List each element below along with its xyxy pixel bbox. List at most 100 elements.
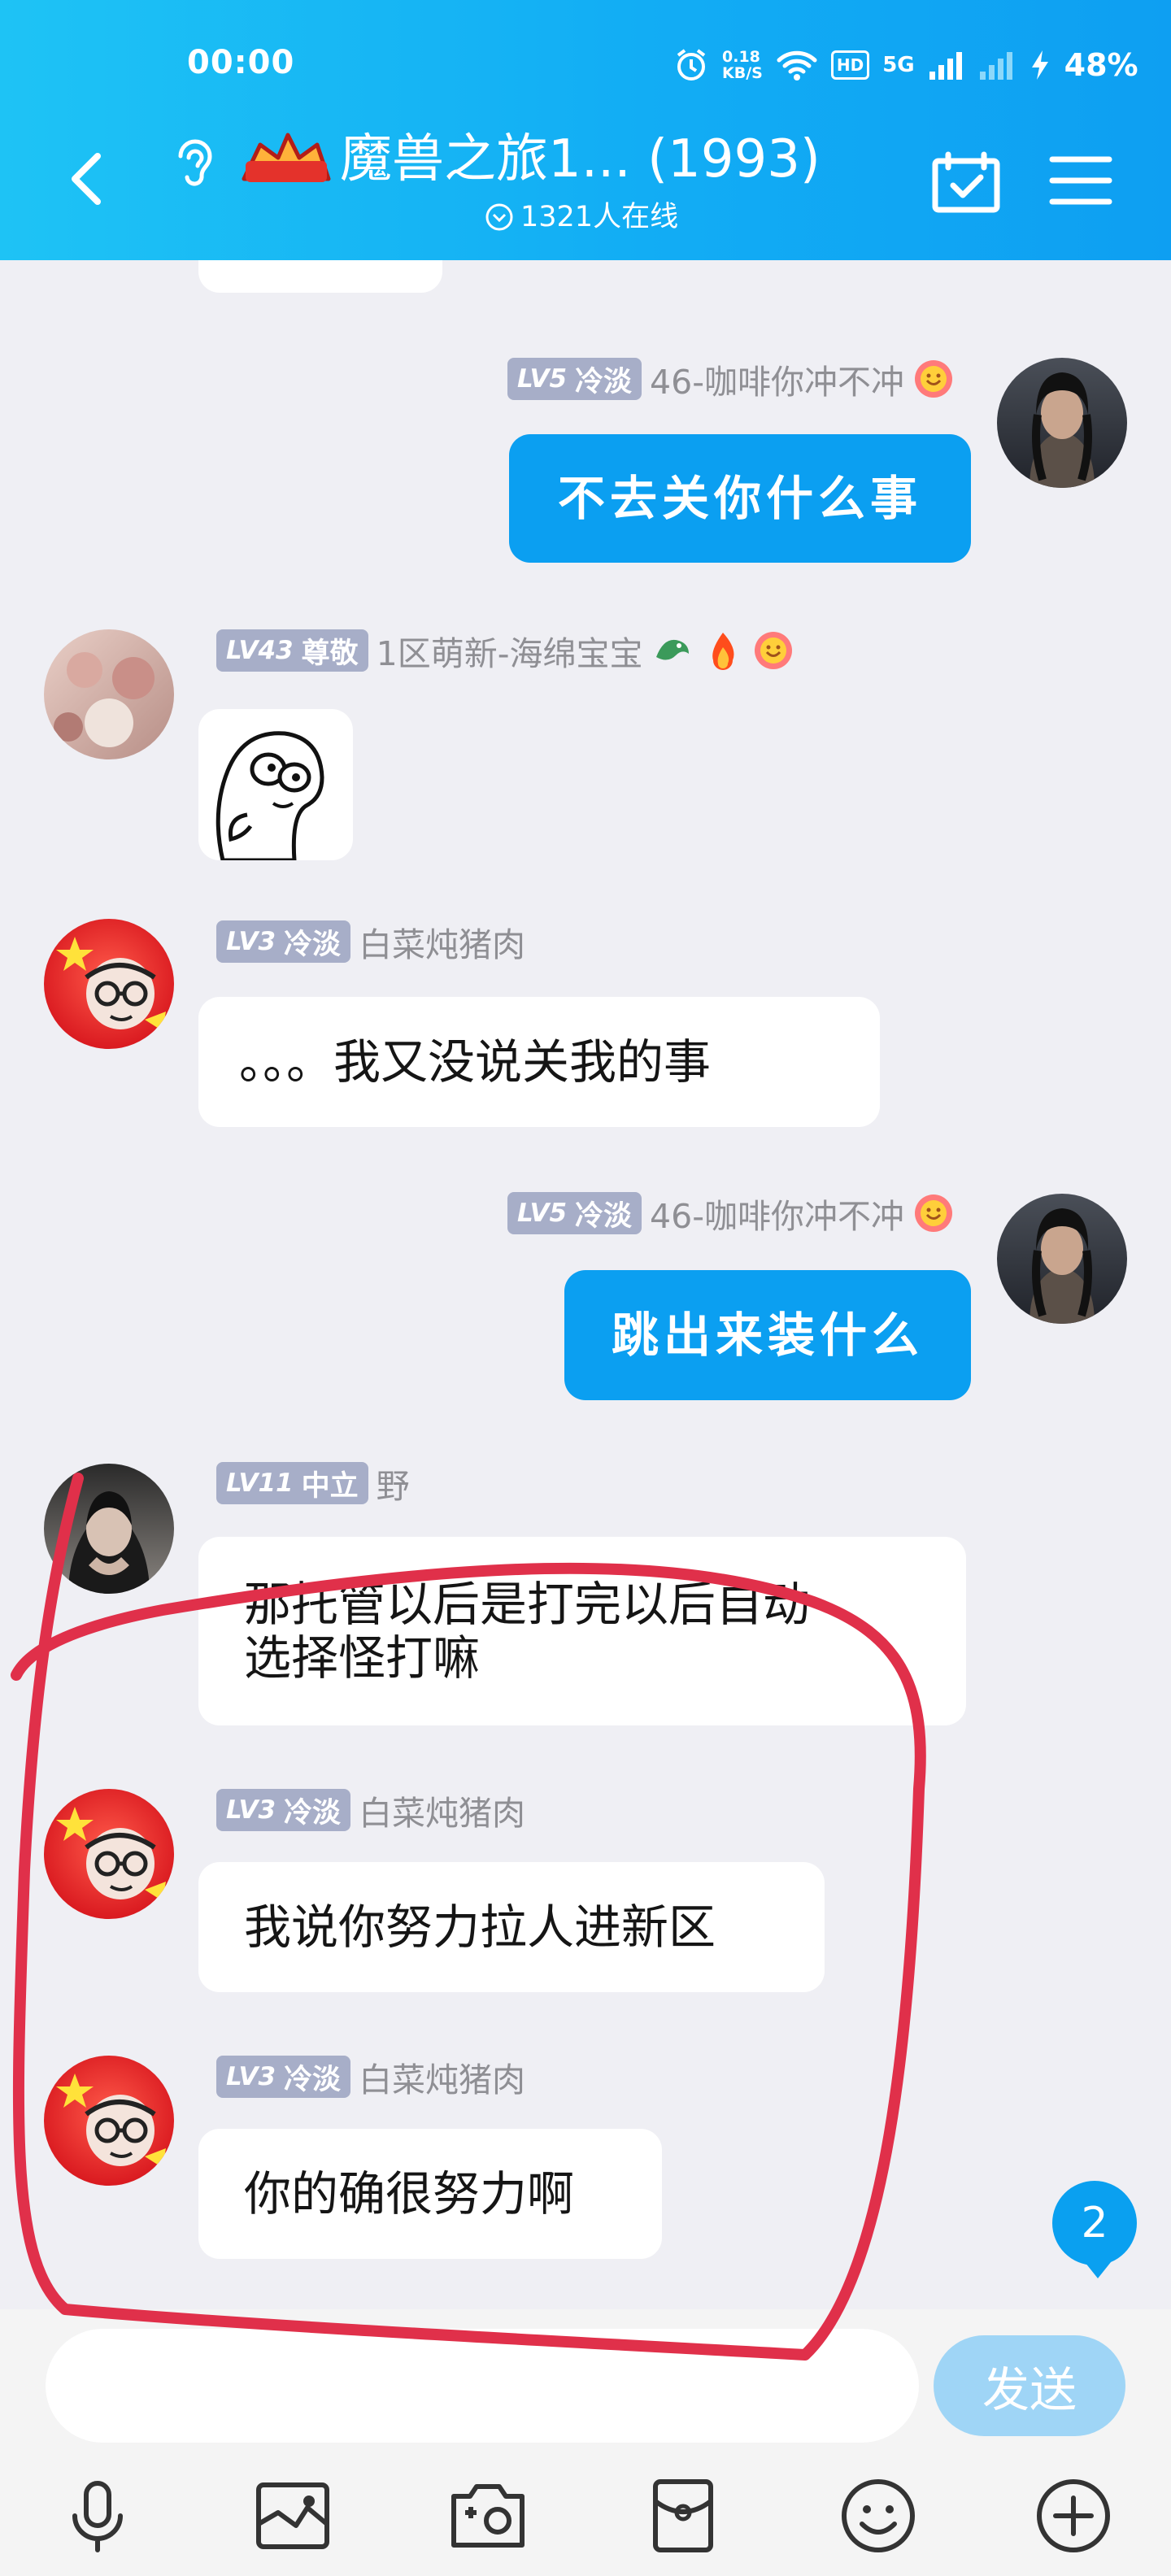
avatar[interactable] [44,1789,174,1919]
menu-icon[interactable] [1049,154,1112,207]
network-type: 5G [882,53,915,77]
message-sender: LV5 冷淡 46-咖啡你冲不冲 [507,356,955,402]
dragon-emoji-icon [655,639,689,660]
level-text: LV5 [516,364,568,394]
rank-text: 冷淡 [284,1796,342,1830]
net-speed-unit: KB/S [722,64,763,82]
woman-portrait-avatar-icon [44,1464,174,1594]
status-icons: 0.18 KB/S HD 5G 48% [673,41,1138,89]
red-packet-icon[interactable] [644,2477,722,2555]
message-sender: LV11 中立 野 [216,1460,410,1506]
doodle-face-sticker [215,731,324,860]
rank-text: 冷淡 [575,365,633,398]
sender-nickname[interactable]: 白菜炖猪肉 [359,2052,525,2101]
ear-icon[interactable] [169,135,218,189]
wifi-icon [777,50,817,80]
message-sender: LV3 冷淡 白菜炖猪肉 [216,1787,525,1833]
message-bubble[interactable]: 我说你努力拉人进新区 [198,1862,825,1992]
fire-emoji-icon [712,633,734,670]
unread-count-badge[interactable]: 2 [1052,2181,1137,2278]
input-toolbar [0,2456,1171,2576]
level-text: LV5 [516,1199,568,1228]
partial-bubble [198,260,442,293]
warrior-avatar-icon [997,358,1127,488]
level-text: LV3 [226,1795,276,1825]
mic-icon[interactable] [59,2477,137,2555]
camera-icon[interactable] [449,2477,527,2555]
rank-text: 尊敬 [301,637,359,670]
level-badge: LV11 中立 [216,1462,368,1504]
avatar[interactable] [44,629,174,759]
message-sender: LV3 冷淡 白菜炖猪肉 [216,2054,525,2100]
smile-emoji-icon [915,360,952,398]
message-input[interactable] [46,2329,919,2443]
level-badge: LV3 冷淡 [216,920,351,963]
net-speed: 0.18 KB/S [722,49,763,81]
online-text: 1321人在线 [520,201,679,233]
flag-cartoon-avatar-icon [44,919,174,1049]
chat-header: 00:00 0.18 KB/S HD 5G 48% 魔兽之旅1... (1993… [0,0,1171,260]
message-sender: LV5 冷淡 46-咖啡你冲不冲 [507,1190,955,1236]
avatar[interactable] [44,919,174,1049]
sender-nickname[interactable]: 野 [377,1459,410,1508]
message-list[interactable]: LV5 冷淡 46-咖啡你冲不冲 不去关你什么事 LV43 尊敬 1区萌新-海绵宝宝… [0,260,1171,2309]
flag-cartoon-avatar-icon [44,1789,174,1919]
rank-text: 冷淡 [575,1199,633,1233]
input-bar: 发送 [0,2309,1171,2456]
level-badge: LV5 冷淡 [507,358,642,400]
message-bubble[interactable]: 跳出来装什么 [564,1270,971,1400]
signal-icon [929,52,962,80]
message-bubble[interactable]: 那托管以后是打完以后自动 选择怪打嘛 [198,1537,966,1725]
message-line: 选择怪打嘛 [244,1630,481,1686]
status-bar: 00:00 0.18 KB/S HD 5G 48% [0,0,1171,122]
avatar[interactable] [997,358,1127,488]
level-badge: LV43 尊敬 [216,629,368,672]
warrior-avatar-icon [997,1194,1127,1324]
message-line: 那托管以后是打完以后自动 [244,1577,811,1632]
rank-text: 冷淡 [284,2063,342,2096]
chat-title[interactable]: 魔兽之旅1... (1993) [340,127,821,192]
net-speed-value: 0.18 [722,48,760,66]
smile-emoji-icon [754,632,792,669]
send-button[interactable]: 发送 [934,2335,1125,2436]
sender-nickname[interactable]: 1区萌新-海绵宝宝 [377,626,643,675]
sender-nickname[interactable]: 46-咖啡你冲不冲 [650,1189,904,1238]
level-text: LV3 [226,2062,276,2091]
status-time: 00:00 [187,44,295,81]
sender-nickname[interactable]: 46-咖啡你冲不冲 [650,355,904,403]
online-count: 1321人在线 [485,198,678,236]
level-badge: LV3 冷淡 [216,1789,351,1831]
level-text: LV43 [226,636,294,665]
message-bubble[interactable]: 。。。我又没说关我的事 [198,997,880,1127]
calendar-check-icon[interactable] [930,151,1002,213]
sender-nickname[interactable]: 白菜炖猪肉 [359,1786,525,1834]
level-badge: LV3 冷淡 [216,2056,351,2098]
avatar[interactable] [44,1464,174,1594]
flag-cartoon-avatar-icon [44,2056,174,2186]
avatar[interactable] [44,2056,174,2186]
rank-text: 冷淡 [284,928,342,961]
plus-icon[interactable] [1034,2477,1112,2555]
sticker-image[interactable] [198,709,353,860]
alarm-icon [677,49,706,80]
message-bubble[interactable]: 你的确很努力啊 [198,2129,662,2259]
back-icon[interactable] [57,146,122,211]
signal-empty-icon [979,52,1012,80]
sender-nickname[interactable]: 白菜炖猪肉 [359,917,525,966]
avatar[interactable] [997,1194,1127,1324]
level-badge: LV5 冷淡 [507,1192,642,1234]
message-sender: LV43 尊敬 1区萌新-海绵宝宝 [216,628,794,673]
image-icon[interactable] [254,2477,332,2555]
flowers-avatar-icon [44,629,174,759]
emoji-icon[interactable] [839,2477,917,2555]
level-text: LV11 [226,1469,294,1498]
chevron-circle-icon [485,203,513,231]
battery-level: 48% [1064,47,1138,83]
rank-text: 中立 [301,1469,359,1503]
charging-icon [1031,50,1048,80]
group-logo-icon [242,133,331,182]
message-sender: LV3 冷淡 白菜炖猪肉 [216,919,525,964]
smile-emoji-icon [915,1194,952,1232]
message-bubble[interactable]: 不去关你什么事 [509,434,971,563]
hd-icon: HD [830,50,870,80]
